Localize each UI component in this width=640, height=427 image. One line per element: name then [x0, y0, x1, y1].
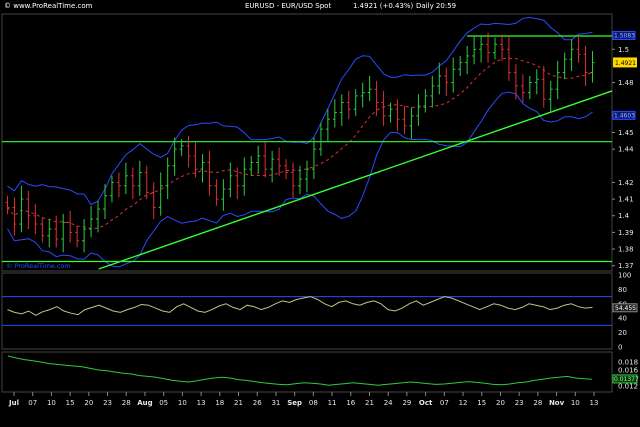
oscillator-value-label: 54.455: [615, 305, 636, 312]
x-axis-label: 11: [328, 399, 337, 407]
watermark: © ProRealTime.com: [6, 262, 71, 270]
price-axis-label: 1.45: [618, 129, 634, 137]
background: [0, 0, 640, 427]
x-axis-label: 20: [84, 399, 93, 407]
x-axis-label: Aug: [137, 399, 152, 407]
oscillator-axis-label: 40: [618, 315, 627, 323]
x-axis-label: 23: [103, 399, 112, 407]
indicator-axis-label: 0.016: [618, 367, 639, 375]
x-axis-label: 10: [178, 399, 187, 407]
price-axis-label: 1.48: [618, 79, 634, 87]
price-axis-label: 1.5: [618, 46, 629, 54]
x-axis-label: 12: [459, 399, 468, 407]
indicator-axis-label: 0.012: [618, 383, 638, 391]
x-axis-label: 21: [234, 399, 243, 407]
indicator-axis-label: 0.018: [618, 359, 638, 367]
chart: © www.ProRealTime.com EURUSD - EUR/USD S…: [0, 0, 640, 427]
x-axis-label: 28: [122, 399, 131, 407]
price-axis-label: 1.4: [618, 212, 630, 220]
oscillator-axis-label: 80: [618, 286, 627, 294]
oscillator-axis-label: 0: [618, 344, 622, 352]
price-axis-label: 1.41: [618, 196, 634, 204]
x-axis-label: 18: [215, 399, 224, 407]
oscillator-axis-label: 100: [618, 272, 631, 280]
x-axis-label: 26: [253, 399, 262, 407]
oscillator-axis-label: 20: [618, 329, 627, 337]
price-axis-label: 1.38: [618, 246, 634, 254]
x-axis-label: 20: [496, 399, 505, 407]
x-axis-label: 07: [28, 399, 37, 407]
x-axis-label: 13: [197, 399, 206, 407]
brand-label: © www.ProRealTime.com: [4, 2, 93, 10]
price-axis-label: 1.37: [618, 262, 634, 270]
x-axis-label: Nov: [549, 399, 565, 407]
x-axis-label: Sep: [287, 399, 302, 407]
x-axis-label: 28: [533, 399, 542, 407]
band-value-label: 1.5083: [614, 32, 635, 39]
price-axis-label: 1.44: [618, 146, 634, 154]
price-axis-label: 1.42: [618, 179, 634, 187]
x-axis-label: 13: [590, 399, 599, 407]
x-axis-label: 23: [515, 399, 524, 407]
x-axis-label: 15: [66, 399, 75, 407]
x-axis-label: 07: [440, 399, 449, 407]
x-axis-label: 16: [346, 399, 355, 407]
instrument-label: EURUSD - EUR/USD Spot: [245, 2, 331, 10]
x-axis-label: 08: [309, 399, 318, 407]
band-value-label: 1.4603: [614, 112, 635, 119]
x-axis-label: Jul: [8, 399, 19, 407]
x-axis-label: 15: [477, 399, 486, 407]
x-axis-label: Oct: [419, 399, 433, 407]
x-axis-label: 21: [365, 399, 374, 407]
x-axis-label: 31: [271, 399, 280, 407]
x-axis-label: 24: [384, 399, 393, 407]
x-axis-label: 10: [571, 399, 580, 407]
x-axis-label: 05: [159, 399, 168, 407]
timeframe-label: Daily 20:59: [416, 2, 456, 10]
x-axis-label: 29: [402, 399, 411, 407]
x-axis-label: 10: [47, 399, 56, 407]
price-label: 1.4921 (+0.43%): [353, 2, 414, 10]
last-price-label: 1.4921: [615, 60, 636, 67]
price-axis-label: 1.39: [618, 229, 634, 237]
